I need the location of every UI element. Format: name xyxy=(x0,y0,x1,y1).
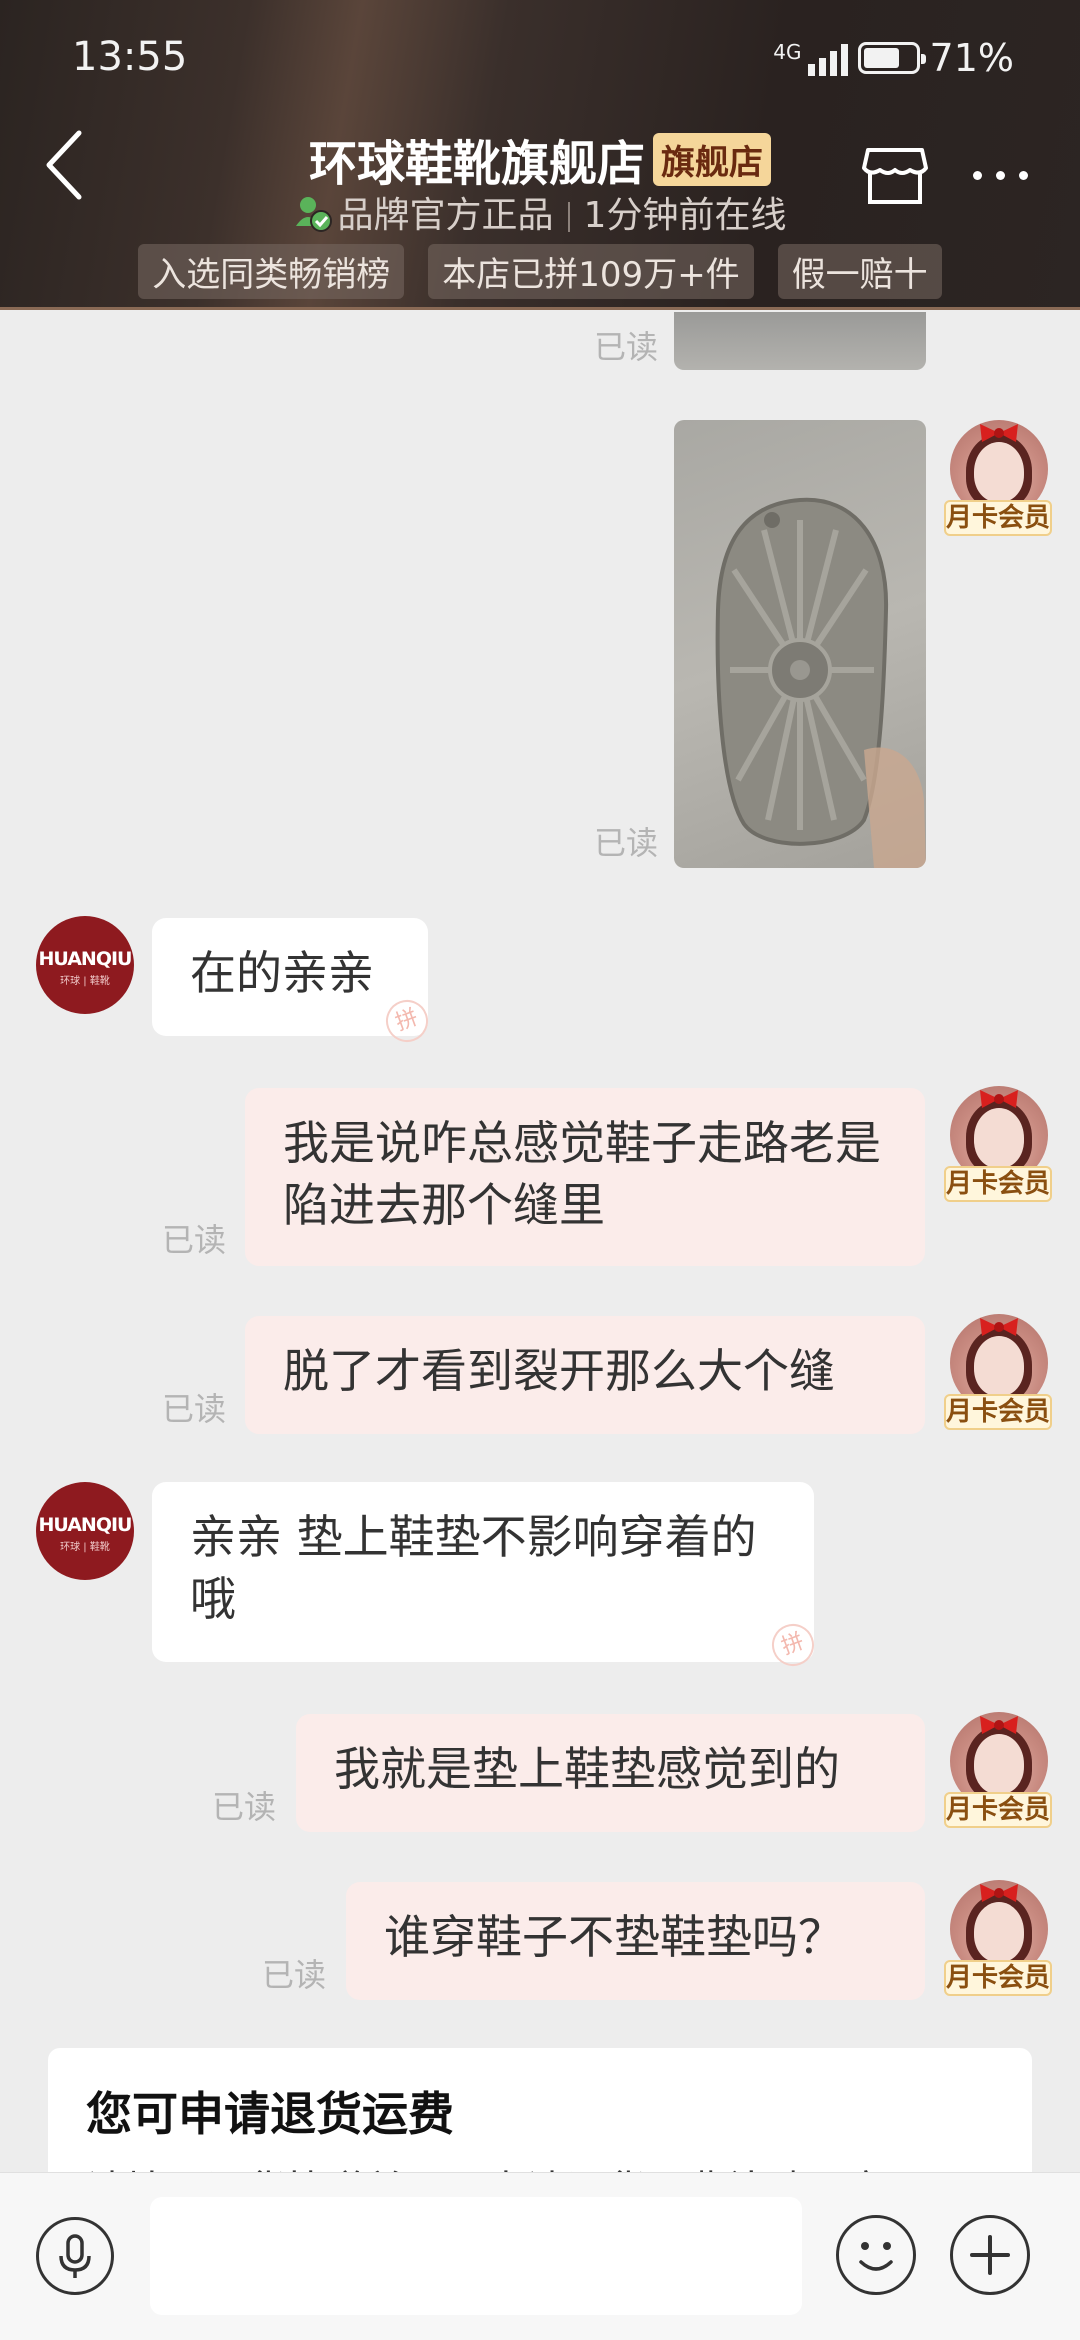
shop-tag[interactable]: 入选同类畅销榜 xyxy=(138,244,405,299)
shoe-sole-image xyxy=(715,497,926,868)
member-badge: 月卡会员 xyxy=(944,1792,1052,1828)
read-receipt: 已读 xyxy=(162,1390,227,1428)
emoji-icon xyxy=(859,2242,893,2271)
store-button[interactable] xyxy=(860,140,930,210)
sent-message: 我是说咋总感觉鞋子走路老是陷进去那个缝里 xyxy=(245,1088,925,1266)
plus-icon xyxy=(970,2235,1010,2275)
sent-photo[interactable] xyxy=(674,420,926,868)
sent-message: 脱了才看到裂开那么大个缝 xyxy=(245,1316,925,1434)
refund-card-title: 您可申请退货运费 xyxy=(86,2087,454,2141)
sent-message: 谁穿鞋子不垫鞋垫吗？ xyxy=(346,1882,925,2000)
verified-user-icon xyxy=(294,194,332,241)
bow-icon xyxy=(980,1884,1018,1902)
avatar-face xyxy=(974,442,1024,502)
member-badge: 月卡会员 xyxy=(944,1960,1052,1996)
bow-icon xyxy=(980,424,1018,442)
bow-icon xyxy=(980,1716,1018,1734)
shop-logo-sub: 环球 | 鞋靴 xyxy=(60,976,110,987)
read-receipt: 已读 xyxy=(594,824,659,862)
signal-icon: 4G xyxy=(773,40,848,76)
more-button[interactable] xyxy=(960,150,1040,200)
battery-icon xyxy=(857,42,926,74)
shop-avatar[interactable]: HUANQIU 环球 | 鞋靴 xyxy=(36,916,134,1014)
shop-tags: 入选同类畅销榜 本店已拼109万+件 假一赔十 xyxy=(0,244,1080,299)
status-icons: 4G 71% xyxy=(773,34,1014,82)
read-receipt: 已读 xyxy=(262,1956,327,1994)
member-badge: 月卡会员 xyxy=(944,500,1052,536)
bow-icon xyxy=(980,1090,1018,1108)
received-message: 亲亲 垫上鞋垫不影响穿着的哦 xyxy=(152,1482,814,1662)
avatar-face xyxy=(974,1336,1024,1396)
more-actions-button[interactable] xyxy=(950,2215,1030,2295)
read-receipt: 已读 xyxy=(594,328,659,366)
shop-tag[interactable]: 本店已拼109万+件 xyxy=(428,244,754,299)
more-icon-dot xyxy=(1018,170,1028,180)
message-input[interactable] xyxy=(150,2197,802,2315)
sent-message: 我就是垫上鞋垫感觉到的 xyxy=(296,1714,925,1832)
status-time: 13:55 xyxy=(72,34,188,80)
voice-button[interactable] xyxy=(36,2217,114,2295)
shop-avatar[interactable]: HUANQIU 环球 | 鞋靴 xyxy=(36,1482,134,1580)
battery-percent: 71% xyxy=(929,36,1014,80)
store-icon xyxy=(862,148,928,204)
member-badge: 月卡会员 xyxy=(944,1394,1052,1430)
online-status: 1分钟前在线 xyxy=(583,195,787,236)
divider xyxy=(567,202,570,232)
avatar-face xyxy=(974,1734,1024,1794)
sent-photo[interactable] xyxy=(674,312,926,370)
input-bar xyxy=(0,2172,1080,2340)
shop-name: 环球鞋靴旗舰店 xyxy=(308,136,645,192)
emoji-button[interactable] xyxy=(836,2215,916,2295)
microphone-icon xyxy=(59,2234,91,2278)
authentic-label: 品牌官方正品 xyxy=(337,195,554,236)
bow-icon xyxy=(980,1318,1018,1336)
more-icon xyxy=(972,170,982,180)
avatar-face xyxy=(974,1108,1024,1168)
member-badge: 月卡会员 xyxy=(944,1166,1052,1202)
read-receipt: 已读 xyxy=(212,1788,277,1826)
flagship-badge: 旗舰店 xyxy=(653,132,771,186)
more-icon-dot xyxy=(995,170,1005,180)
read-receipt: 已读 xyxy=(162,1221,227,1259)
shop-logo-sub: 环球 | 鞋靴 xyxy=(60,1542,110,1553)
shop-logo: HUANQIU xyxy=(38,948,132,970)
chat-header: 13:55 4G 71% 环球鞋靴旗舰店 旗舰店 品牌官方正品 1分钟前在线 入选同… xyxy=(0,0,1080,310)
avatar-face xyxy=(974,1902,1024,1962)
shop-logo: HUANQIU xyxy=(38,1514,132,1536)
shop-tag[interactable]: 假一赔十 xyxy=(777,244,942,299)
network-type: 4G xyxy=(773,40,802,64)
